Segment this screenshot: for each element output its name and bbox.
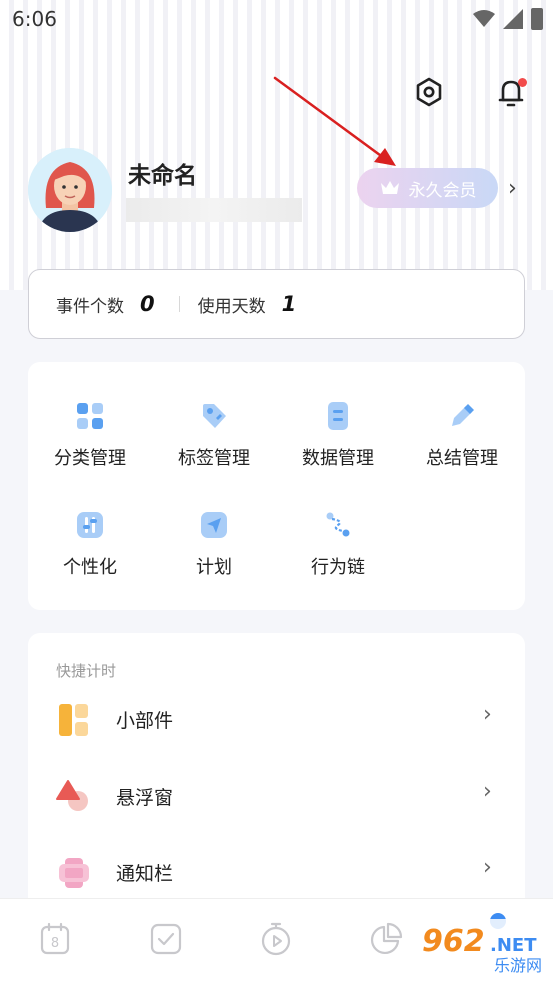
grid-item-category[interactable]: 分类管理 bbox=[35, 400, 145, 470]
list-item-notification-bar[interactable]: 通知栏 › bbox=[28, 841, 525, 901]
notification-button[interactable] bbox=[493, 72, 529, 112]
quick-timer-card: 快捷计时 小部件 › 悬浮窗 › 通知栏 › bbox=[28, 633, 525, 913]
pie-chart-icon bbox=[371, 922, 403, 954]
days-label: 使用天数 bbox=[197, 296, 266, 317]
chevron-right-icon[interactable]: › bbox=[508, 176, 517, 201]
list-item-label: 悬浮窗 bbox=[116, 787, 174, 809]
events-label: 事件个数 bbox=[56, 296, 124, 317]
days-value: 1 bbox=[281, 292, 297, 316]
chevron-right-icon: › bbox=[483, 779, 492, 804]
avatar[interactable] bbox=[28, 148, 112, 232]
watermark-text: 乐游网 bbox=[494, 956, 542, 975]
grid-item-label: 行为链 bbox=[311, 557, 365, 578]
tab-statistics[interactable] bbox=[368, 921, 404, 957]
list-item-label: 小部件 bbox=[116, 710, 174, 732]
status-time: 6:06 bbox=[12, 7, 57, 31]
watermark-number: 962 bbox=[422, 924, 485, 959]
grid-item-personalize[interactable]: 个性化 bbox=[35, 509, 145, 579]
grid-item-label: 总结管理 bbox=[426, 448, 498, 469]
watermark-logo: 962 .NET 乐游网 bbox=[414, 919, 550, 975]
tag-icon bbox=[198, 400, 230, 432]
watermark-suffix: .NET bbox=[490, 935, 537, 956]
section-title: 快捷计时 bbox=[56, 662, 117, 680]
wifi-icon bbox=[473, 10, 495, 27]
notification-bar-icon bbox=[59, 858, 89, 888]
tab-calendar[interactable]: 8 bbox=[37, 921, 73, 957]
stats-divider bbox=[178, 296, 180, 312]
signal-icon bbox=[503, 9, 523, 29]
settings-button[interactable] bbox=[411, 72, 447, 112]
header-background bbox=[0, 0, 553, 290]
checkbox-icon bbox=[150, 923, 182, 955]
send-icon bbox=[198, 509, 230, 541]
sliders-icon bbox=[74, 509, 106, 541]
gear-icon bbox=[416, 77, 442, 107]
calendar-day: 8 bbox=[51, 936, 59, 951]
list-item-floating-window[interactable]: 悬浮窗 › bbox=[28, 765, 525, 825]
crown-icon bbox=[380, 181, 399, 194]
chevron-right-icon: › bbox=[483, 855, 492, 880]
grid-item-tag[interactable]: 标签管理 bbox=[159, 400, 269, 470]
vip-label: 永久会员 bbox=[408, 180, 477, 201]
list-item-label: 通知栏 bbox=[116, 863, 174, 885]
status-bar: 6:06 bbox=[0, 0, 553, 38]
tab-timer[interactable] bbox=[259, 921, 295, 957]
chevron-right-icon: › bbox=[483, 702, 492, 727]
grid-item-behavior-chain[interactable]: 行为链 bbox=[283, 509, 393, 579]
pen-icon bbox=[446, 400, 478, 432]
management-grid: 分类管理 标签管理 数据管理 总结管理 个性化 计划 行为链 bbox=[28, 362, 525, 610]
calendar-icon: 8 bbox=[40, 922, 70, 955]
data-icon bbox=[322, 400, 354, 432]
stopwatch-icon bbox=[261, 922, 291, 956]
profile-id-redacted bbox=[126, 198, 302, 222]
events-value: 0 bbox=[140, 292, 155, 316]
grid-item-label: 数据管理 bbox=[302, 448, 374, 469]
tab-tasks[interactable] bbox=[148, 921, 184, 957]
grid-item-label: 分类管理 bbox=[54, 448, 126, 469]
status-icons bbox=[473, 8, 543, 30]
stats-card: 事件个数 0 使用天数 1 bbox=[28, 269, 525, 339]
floating-window-icon bbox=[56, 780, 88, 811]
grid-item-data[interactable]: 数据管理 bbox=[283, 400, 393, 470]
list-item-widget[interactable]: 小部件 › bbox=[28, 688, 525, 748]
vip-badge-button[interactable]: 永久会员 bbox=[357, 168, 498, 208]
grid-item-summary[interactable]: 总结管理 bbox=[407, 400, 517, 470]
grid-item-label: 标签管理 bbox=[178, 448, 250, 469]
grid-item-label: 计划 bbox=[196, 557, 232, 578]
widget-icon bbox=[59, 704, 88, 736]
profile-name[interactable]: 未命名 bbox=[128, 156, 197, 190]
battery-icon bbox=[531, 8, 543, 30]
grid-item-plan[interactable]: 计划 bbox=[159, 509, 269, 579]
grid-item-label: 个性化 bbox=[63, 557, 117, 578]
avatar-illustration bbox=[28, 148, 112, 232]
category-icon bbox=[74, 400, 106, 432]
chain-icon bbox=[322, 509, 354, 541]
notification-badge bbox=[518, 78, 527, 87]
